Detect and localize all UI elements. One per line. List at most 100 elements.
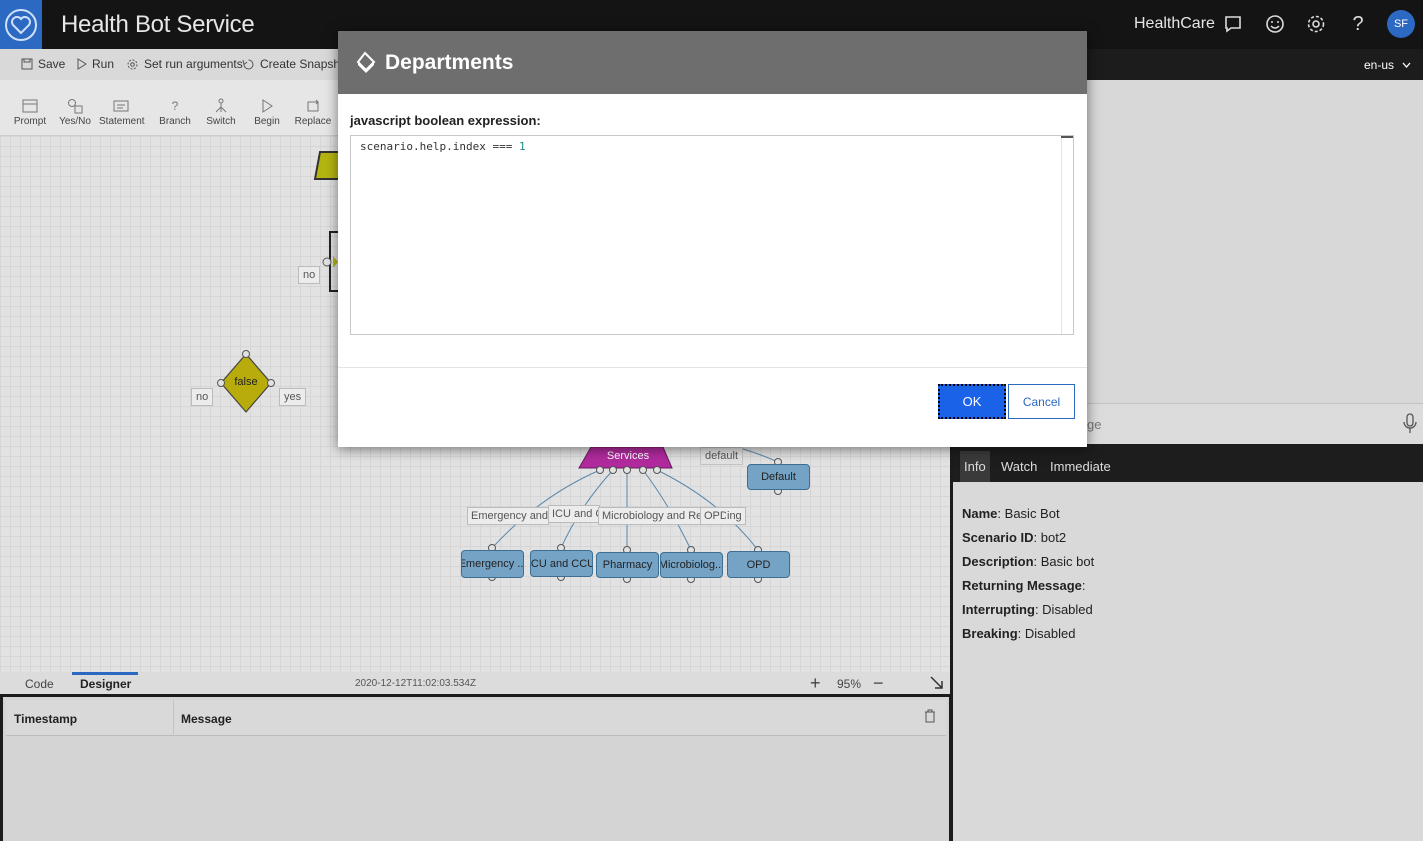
palette-branch-label: Branch bbox=[159, 116, 191, 127]
edge-label-no[interactable]: no bbox=[298, 266, 321, 284]
edge-label-icu[interactable]: ICU and C bbox=[548, 505, 600, 523]
tab-immediate[interactable]: Immediate bbox=[1050, 459, 1111, 474]
chevron-down-icon bbox=[1402, 62, 1411, 68]
log-col-message: Message bbox=[181, 712, 232, 726]
language-bar: en-us bbox=[1087, 49, 1423, 80]
log-header: Timestamp Message bbox=[6, 700, 946, 736]
last-saved-timestamp: 2020-12-12T11:02:03.534Z bbox=[355, 678, 477, 689]
palette-begin-label: Begin bbox=[254, 116, 280, 127]
run-label: Run bbox=[92, 57, 115, 71]
microphone-icon[interactable] bbox=[1403, 413, 1417, 438]
opd-node[interactable]: OPD bbox=[727, 551, 790, 578]
trash-icon[interactable] bbox=[924, 709, 936, 726]
settings-cog-icon bbox=[127, 59, 138, 69]
palette-replace-label: Replace bbox=[294, 116, 332, 127]
palette-statement-label: Statement bbox=[99, 116, 145, 127]
create-snapshot-label: Create Snapshot bbox=[260, 57, 351, 71]
replace-icon bbox=[307, 99, 319, 112]
edge-label-microbiology[interactable]: Microbiology and Rese bbox=[598, 507, 702, 525]
info-breaking: Breaking: Disabled bbox=[962, 626, 1076, 641]
palette-statement[interactable]: Statement bbox=[99, 96, 145, 127]
save-label: Save bbox=[38, 57, 66, 71]
set-run-arguments-label: Set run arguments bbox=[144, 57, 243, 71]
cancel-button[interactable]: Cancel bbox=[1008, 384, 1075, 419]
heart-logo-icon bbox=[5, 8, 37, 41]
pharmacy-node[interactable]: Pharmacy bbox=[596, 552, 659, 578]
tab-watch[interactable]: Watch bbox=[1001, 459, 1037, 474]
column-divider bbox=[173, 700, 174, 736]
log-col-timestamp: Timestamp bbox=[14, 712, 78, 726]
palette-replace[interactable]: Replace bbox=[291, 96, 335, 127]
help-icon[interactable]: ? bbox=[1346, 12, 1370, 36]
smiley-icon[interactable] bbox=[1263, 12, 1287, 36]
edge-label-ing[interactable]: ing bbox=[726, 507, 746, 525]
zoom-out-icon[interactable]: − bbox=[873, 673, 884, 694]
emergency-node[interactable]: Emergency ... bbox=[461, 550, 524, 578]
expand-arrow-icon[interactable] bbox=[929, 675, 944, 693]
expression-editor[interactable]: scenario.help.index === 1 bbox=[350, 135, 1074, 335]
tab-designer[interactable]: Designer bbox=[80, 677, 131, 691]
info-name: Name: Basic Bot bbox=[962, 506, 1060, 521]
tab-info[interactable]: Info bbox=[960, 451, 990, 482]
save-icon bbox=[21, 58, 33, 70]
begin-icon bbox=[262, 99, 273, 113]
app-logo[interactable] bbox=[0, 0, 42, 49]
dialog-header: Departments bbox=[338, 31, 1087, 94]
dialog-title: Departments bbox=[385, 51, 514, 74]
info-panel: Name: Basic Bot Scenario ID: bot2 Descri… bbox=[953, 482, 1423, 841]
active-tab-indicator bbox=[72, 672, 138, 675]
edge-label-default[interactable]: default bbox=[700, 447, 744, 465]
language-select[interactable]: en-us bbox=[1364, 58, 1411, 72]
tab-code[interactable]: Code bbox=[25, 677, 54, 691]
info-interrupting: Interrupting: Disabled bbox=[962, 602, 1093, 617]
expression-label: javascript boolean expression: bbox=[350, 113, 541, 128]
palette-yes-no-label: Yes/No bbox=[59, 116, 91, 127]
prompt-icon bbox=[22, 99, 38, 113]
palette-branch[interactable]: ? Branch bbox=[153, 96, 197, 127]
yes-no-icon bbox=[68, 99, 83, 114]
default-node[interactable]: Default bbox=[747, 464, 810, 490]
snapshot-icon bbox=[242, 59, 254, 69]
language-value: en-us bbox=[1363, 58, 1394, 72]
palette-begin[interactable]: Begin bbox=[245, 96, 289, 127]
services-label[interactable]: Services bbox=[590, 450, 666, 462]
set-run-arguments-button[interactable]: Set run arguments bbox=[126, 57, 243, 71]
statement-icon bbox=[113, 100, 129, 112]
dialog-footer: OK Cancel bbox=[338, 367, 1087, 447]
edge-label-yes[interactable]: yes bbox=[279, 388, 307, 406]
palette-prompt-label: Prompt bbox=[13, 116, 47, 127]
play-icon bbox=[77, 58, 87, 70]
palette-prompt[interactable]: Prompt bbox=[8, 96, 52, 127]
editor-scrollbar[interactable] bbox=[1061, 136, 1073, 334]
dialog-body: javascript boolean expression: scenario.… bbox=[338, 94, 1087, 335]
scrollbar-thumb[interactable] bbox=[1061, 136, 1073, 138]
departments-dialog: Departments javascript boolean expressio… bbox=[338, 31, 1087, 447]
palette-switch[interactable]: Switch bbox=[199, 96, 243, 127]
icu-ccu-node[interactable]: ICU and CCU bbox=[530, 550, 593, 577]
editor-tab-bar: Code Designer 2020-12-12T11:02:03.534Z +… bbox=[0, 672, 950, 694]
avatar[interactable]: SF bbox=[1387, 10, 1415, 38]
info-scenario-id: Scenario ID: bot2 bbox=[962, 530, 1067, 545]
ok-button[interactable]: OK bbox=[938, 384, 1006, 419]
chat-icon[interactable] bbox=[1221, 12, 1245, 36]
tenant-name[interactable]: HealthCare bbox=[1134, 15, 1215, 33]
decision-label[interactable]: false bbox=[227, 376, 265, 388]
info-returning-message: Returning Message: bbox=[962, 578, 1086, 593]
run-button[interactable]: Run bbox=[77, 57, 114, 71]
code-line: scenario.help.index === 1 bbox=[360, 140, 526, 153]
create-snapshot-button[interactable]: Create Snapshot bbox=[242, 57, 350, 71]
info-description: Description: Basic bot bbox=[962, 554, 1095, 569]
branch-icon: ? bbox=[171, 99, 179, 113]
chat-area bbox=[1087, 80, 1423, 403]
app-title: Health Bot Service bbox=[61, 11, 255, 38]
chat-input-placeholder: ge bbox=[1087, 417, 1102, 432]
edge-label-no[interactable]: no bbox=[191, 388, 214, 406]
palette-switch-label: Switch bbox=[206, 116, 236, 127]
microbiology-node[interactable]: Microbiolog... bbox=[660, 552, 723, 578]
switch-icon bbox=[215, 98, 227, 113]
zoom-in-icon[interactable]: + bbox=[810, 673, 821, 694]
edge-label-emergency[interactable]: Emergency and Tr bbox=[467, 507, 549, 525]
gear-icon[interactable] bbox=[1304, 12, 1328, 36]
save-button[interactable]: Save bbox=[21, 57, 65, 71]
palette-yes-no[interactable]: Yes/No bbox=[53, 96, 97, 127]
